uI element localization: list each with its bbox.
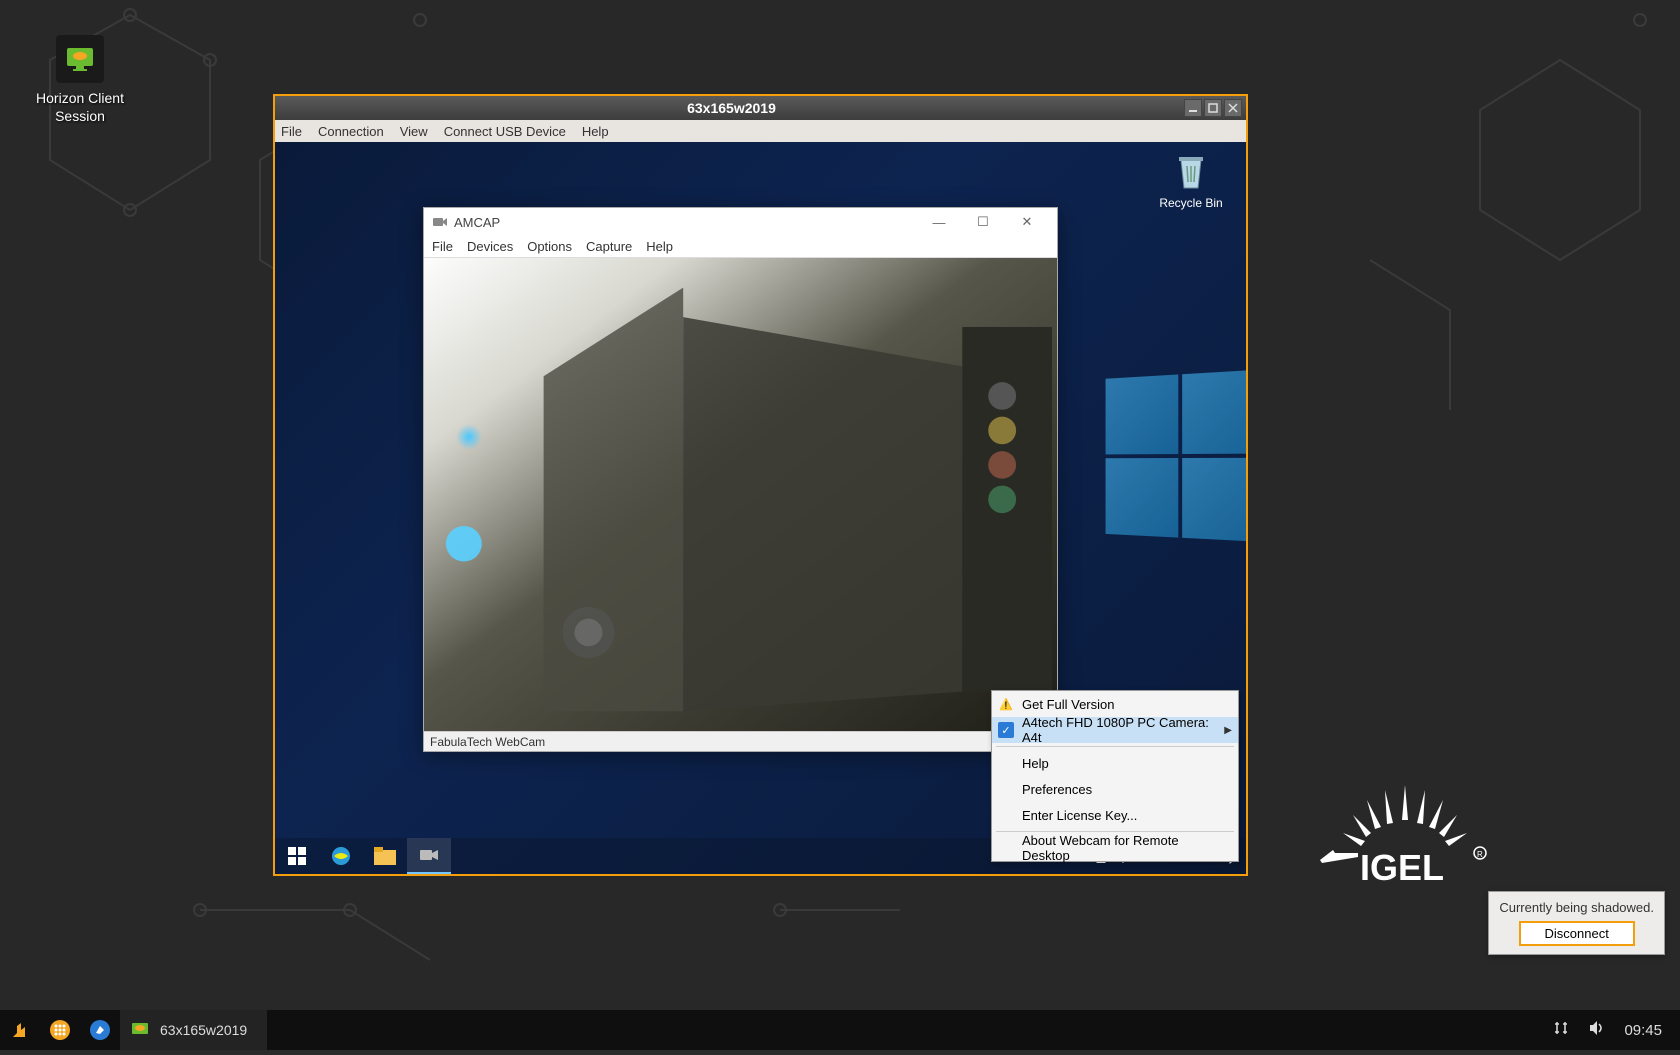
amcap-window: AMCAP — ☐ ✕ File Devices Options Capture… — [423, 207, 1058, 752]
amcap-close[interactable]: ✕ — [1005, 208, 1049, 236]
igel-task-label: 63x165w2019 — [160, 1022, 247, 1038]
windows-logo — [1104, 366, 1246, 557]
ctx-get-full-version[interactable]: ⚠️ Get Full Version — [992, 691, 1238, 717]
disconnect-button[interactable]: Disconnect — [1519, 921, 1635, 946]
network-icon[interactable] — [1552, 1019, 1570, 1041]
remote-titlebar[interactable]: 63x165w2019 — [275, 96, 1246, 120]
menu-file[interactable]: File — [281, 124, 302, 139]
remote-menubar: File Connection View Connect USB Device … — [275, 120, 1246, 142]
maximize-button[interactable] — [1204, 99, 1222, 117]
ctx-help[interactable]: Help — [992, 750, 1238, 776]
amcap-menu-help[interactable]: Help — [646, 239, 673, 254]
start-button[interactable] — [275, 838, 319, 874]
explorer-button[interactable] — [363, 838, 407, 874]
igel-clock[interactable]: 09:45 — [1624, 1022, 1662, 1039]
recycle-bin[interactable]: Recycle Bin — [1156, 152, 1226, 210]
svg-text:IGEL: IGEL — [1360, 847, 1444, 888]
recycle-bin-label: Recycle Bin — [1156, 196, 1226, 210]
ie-button[interactable] — [319, 838, 363, 874]
close-button[interactable] — [1224, 99, 1242, 117]
igel-task-remote-session[interactable]: 63x165w2019 — [120, 1010, 267, 1050]
ctx-separator — [996, 746, 1234, 747]
shadow-notification: Currently being shadowed. Disconnect — [1488, 891, 1665, 955]
warning-icon: ⚠️ — [998, 696, 1014, 712]
menu-help[interactable]: Help — [582, 124, 609, 139]
submenu-arrow-icon: ▶ — [1224, 725, 1232, 736]
amcap-minimize[interactable]: — — [917, 208, 961, 236]
amcap-menu-options[interactable]: Options — [527, 239, 572, 254]
amcap-task-button[interactable] — [407, 838, 451, 874]
ctx-preferences[interactable]: Preferences — [992, 776, 1238, 802]
horizon-client-session-icon[interactable]: Horizon Client Session — [35, 35, 125, 125]
amcap-status-bar: FabulaTech WebCam — [424, 731, 1057, 751]
amcap-title: AMCAP — [454, 215, 500, 230]
igel-taskbar: 63x165w2019 09:45 — [0, 1010, 1680, 1050]
desktop-icon-label: Horizon Client Session — [35, 89, 125, 125]
amcap-maximize[interactable]: ☐ — [961, 208, 1005, 236]
monitor-cloud-icon — [56, 35, 104, 83]
monitor-cloud-icon — [130, 1020, 150, 1040]
menu-connection[interactable]: Connection — [318, 124, 384, 139]
amcap-titlebar[interactable]: AMCAP — ☐ ✕ — [424, 208, 1057, 236]
igel-apps-button[interactable] — [40, 1010, 80, 1050]
menu-view[interactable]: View — [400, 124, 428, 139]
amcap-menu-devices[interactable]: Devices — [467, 239, 513, 254]
shadow-message: Currently being shadowed. — [1499, 900, 1654, 915]
amcap-menu-capture[interactable]: Capture — [586, 239, 632, 254]
ctx-enter-license[interactable]: Enter License Key... — [992, 802, 1238, 828]
amcap-menubar: File Devices Options Capture Help — [424, 236, 1057, 258]
amcap-video-view — [424, 258, 1057, 731]
igel-start-button[interactable] — [0, 1010, 40, 1050]
ctx-camera-item[interactable]: ✓ A4tech FHD 1080P PC Camera: A4t ▶ — [992, 717, 1238, 743]
amcap-status-text: FabulaTech WebCam — [430, 735, 545, 749]
igel-settings-button[interactable] — [80, 1010, 120, 1050]
svg-text:R: R — [1477, 850, 1483, 859]
amcap-app-icon — [432, 214, 448, 230]
check-icon: ✓ — [998, 722, 1014, 738]
remote-title: 63x165w2019 — [279, 100, 1184, 116]
ctx-separator — [996, 831, 1234, 832]
volume-icon[interactable] — [1588, 1019, 1606, 1041]
minimize-button[interactable] — [1184, 99, 1202, 117]
ctx-about[interactable]: About Webcam for Remote Desktop — [992, 835, 1238, 861]
igel-logo: IGEL R — [1300, 775, 1510, 900]
webcam-context-menu: ⚠️ Get Full Version ✓ A4tech FHD 1080P P… — [991, 690, 1239, 862]
recycle-bin-icon — [1171, 152, 1211, 192]
menu-connect-usb[interactable]: Connect USB Device — [444, 124, 566, 139]
amcap-menu-file[interactable]: File — [432, 239, 453, 254]
